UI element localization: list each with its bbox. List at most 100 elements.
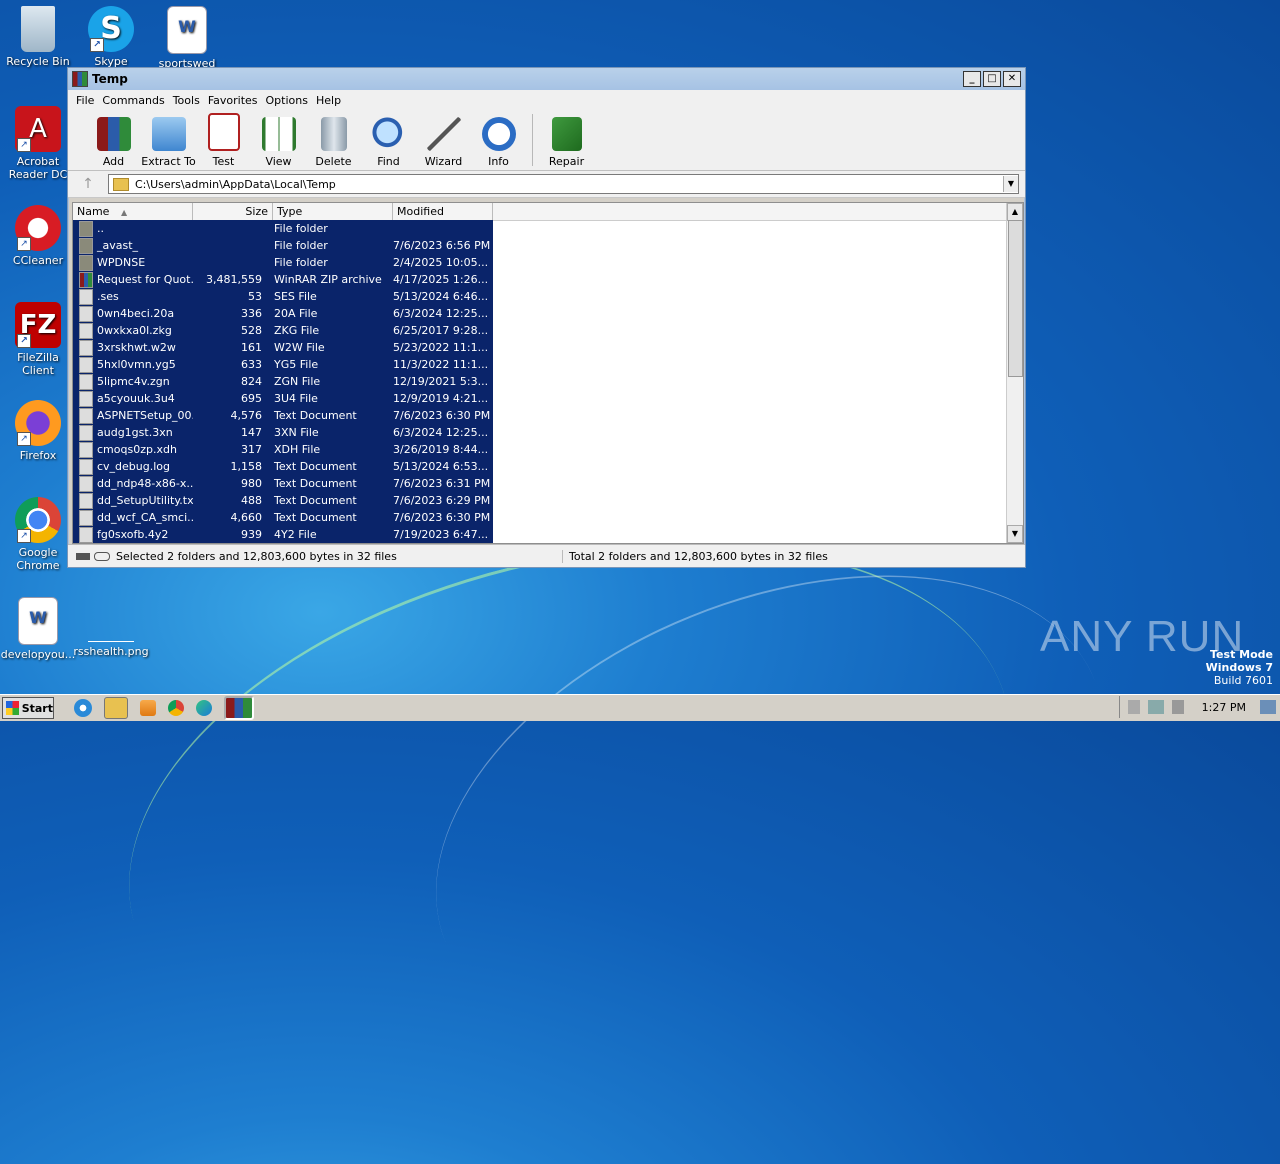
- clock[interactable]: 1:27 PM: [1202, 701, 1246, 714]
- scroll-up-icon[interactable]: ▲: [1007, 203, 1023, 221]
- window-title: Temp: [92, 72, 128, 86]
- desktop-icon-sportswed[interactable]: W sportswed: [149, 6, 225, 69]
- file-type: File folder: [274, 239, 328, 252]
- menu-favorites[interactable]: Favorites: [204, 94, 262, 107]
- up-arrow-icon[interactable]: ↑: [68, 176, 108, 192]
- table-row[interactable]: fg0sxofb.4y2 939 4Y2 File 7/19/2023 6:47...: [73, 526, 493, 543]
- view-button[interactable]: View: [251, 117, 306, 170]
- title-bar[interactable]: Temp _ □ ✕: [68, 68, 1025, 90]
- add-button[interactable]: Add: [86, 117, 141, 170]
- drive-icon[interactable]: [76, 552, 90, 560]
- volume-icon[interactable]: [1171, 700, 1184, 714]
- table-row[interactable]: _avast_ File folder 7/6/2023 6:56 PM: [73, 237, 493, 254]
- winrar-taskbar-icon[interactable]: [224, 696, 254, 720]
- file-name-cell: WPDNSE: [73, 254, 193, 271]
- column-type[interactable]: Type: [273, 203, 393, 220]
- column-size[interactable]: Size: [193, 203, 273, 220]
- table-row[interactable]: 0wxkxa0l.zkg 528 ZKG File 6/25/2017 9:28...: [73, 322, 493, 339]
- table-row[interactable]: dd_ndp48-x86-x... 980 Text Document 7/6/202…: [73, 475, 493, 492]
- key-icon[interactable]: [94, 551, 110, 561]
- table-row[interactable]: 5hxl0vmn.yg5 633 YG5 File 11/3/2022 11:1...: [73, 356, 493, 373]
- table-row[interactable]: dd_wcf_CA_smci... 4,660 Text Document 7/6/2…: [73, 509, 493, 526]
- delete-button[interactable]: Delete: [306, 117, 361, 170]
- table-row[interactable]: a5cyouuk.3u4 695 3U4 File 12/9/2019 4:21...: [73, 390, 493, 407]
- chrome-icon[interactable]: [168, 700, 184, 716]
- desktop-icon-firefox[interactable]: ↗ Firefox: [0, 400, 76, 462]
- network-icon[interactable]: [1147, 700, 1164, 714]
- address-field[interactable]: C:\Users\admin\AppData\Local\Temp ▼: [108, 174, 1019, 194]
- table-row[interactable]: ASPNETSetup_00... 4,576 Text Document 7/6/2…: [73, 407, 493, 424]
- file-size: 147: [241, 426, 262, 439]
- table-row[interactable]: 5lipmc4v.zgn 824 ZGN File 12/19/2021 5:3...: [73, 373, 493, 390]
- view-label: View: [265, 155, 292, 168]
- flag-icon[interactable]: [1127, 700, 1140, 714]
- file-size: 53: [248, 290, 262, 303]
- menu-options[interactable]: Options: [262, 94, 312, 107]
- delete-label: Delete: [315, 155, 352, 168]
- desktop-icon-rsshealth[interactable]: rsshealth.png: [73, 597, 149, 658]
- scroll-down-icon[interactable]: ▼: [1007, 525, 1023, 543]
- start-button[interactable]: Start: [2, 697, 54, 719]
- file-type: XDH File: [274, 443, 321, 456]
- table-row[interactable]: WPDNSE File folder 2/4/2025 10:05...: [73, 254, 493, 271]
- file-name: cmoqs0zp.xdh: [97, 443, 177, 456]
- vertical-scrollbar[interactable]: ▲ ▼: [1006, 203, 1023, 543]
- file-size: [193, 254, 268, 271]
- menu-commands[interactable]: Commands: [98, 94, 168, 107]
- edge-icon[interactable]: [196, 700, 212, 716]
- table-row[interactable]: 3xrskhwt.w2w 161 W2W File 5/23/2022 11:1...: [73, 339, 493, 356]
- table-row[interactable]: .ses 53 SES File 5/13/2024 6:46...: [73, 288, 493, 305]
- column-modified[interactable]: Modified: [393, 203, 493, 220]
- desktop-icon-label: developyou...: [0, 648, 76, 661]
- menu-tools[interactable]: Tools: [169, 94, 204, 107]
- desktop-icon-ccleaner[interactable]: ↗ CCleaner: [0, 205, 76, 267]
- desktop-icon-acrobat[interactable]: A ↗ Acrobat Reader DC: [0, 106, 76, 181]
- table-row[interactable]: cv_debug.log 1,158 Text Document 5/13/2024 …: [73, 458, 493, 475]
- desktop-icon-filezilla[interactable]: FZ ↗ FileZilla Client: [0, 302, 76, 377]
- explorer-icon[interactable]: [104, 697, 128, 719]
- repair-button[interactable]: Repair: [539, 117, 594, 170]
- desktop-icon-skype[interactable]: S ↗ Skype: [73, 6, 149, 67]
- folder-icon: [79, 254, 93, 271]
- maximize-button[interactable]: □: [983, 71, 1001, 87]
- table-row[interactable]: Request for Quot... 3,481,559 WinRAR ZIP a…: [73, 271, 493, 288]
- test-button[interactable]: Test: [196, 113, 251, 170]
- file-modified: 4/17/2025 1:26...: [393, 273, 489, 286]
- ie-icon[interactable]: [74, 699, 92, 717]
- scroll-thumb[interactable]: [1008, 220, 1023, 377]
- media-player-icon[interactable]: [140, 700, 156, 716]
- menu-file[interactable]: File: [72, 94, 98, 107]
- repair-label: Repair: [548, 155, 585, 168]
- file-name-cell: audg1gst.3xn: [73, 424, 193, 441]
- extract-folder-icon: [151, 117, 186, 151]
- file-icon: [79, 356, 93, 373]
- file-modified: 5/13/2024 6:53...: [393, 460, 489, 473]
- table-row[interactable]: audg1gst.3xn 147 3XN File 6/3/2024 12:25...: [73, 424, 493, 441]
- desktop-icon-developyou[interactable]: W developyou...: [0, 597, 76, 661]
- show-desktop-icon[interactable]: [1260, 700, 1276, 714]
- desktop-icon-label: rsshealth.png: [73, 645, 149, 658]
- system-tray: 1:27 PM: [1118, 696, 1280, 718]
- find-button[interactable]: Find: [361, 117, 416, 170]
- table-row[interactable]: 0wn4beci.20a 336 20A File 6/3/2024 12:25...: [73, 305, 493, 322]
- file-modified: 3/26/2019 8:44...: [393, 443, 489, 456]
- desktop-icon-label: Skype: [94, 55, 128, 67]
- desktop-icon-recycle-bin[interactable]: Recycle Bin: [0, 6, 76, 68]
- zip-archive-icon: [79, 271, 93, 288]
- close-button[interactable]: ✕: [1003, 71, 1021, 87]
- column-name[interactable]: Name ▲: [73, 203, 193, 220]
- table-row[interactable]: dd_SetupUtility.txt 488 Text Document 7/6/2…: [73, 492, 493, 509]
- file-icon: [79, 509, 93, 526]
- sort-ascending-icon: ▲: [120, 208, 128, 217]
- info-button[interactable]: Info: [471, 117, 526, 170]
- file-name-cell: 0wn4beci.20a: [73, 305, 193, 322]
- menu-help[interactable]: Help: [312, 94, 345, 107]
- minimize-button[interactable]: _: [963, 71, 981, 87]
- table-row[interactable]: .. File folder: [73, 220, 493, 237]
- chevron-down-icon[interactable]: ▼: [1003, 176, 1018, 192]
- desktop-icon-chrome[interactable]: ↗ Google Chrome: [0, 497, 76, 572]
- file-icon: [79, 407, 93, 424]
- wizard-button[interactable]: Wizard: [416, 117, 471, 170]
- table-row[interactable]: cmoqs0zp.xdh 317 XDH File 3/26/2019 8:44...: [73, 441, 493, 458]
- extract-to-button[interactable]: Extract To: [141, 117, 196, 170]
